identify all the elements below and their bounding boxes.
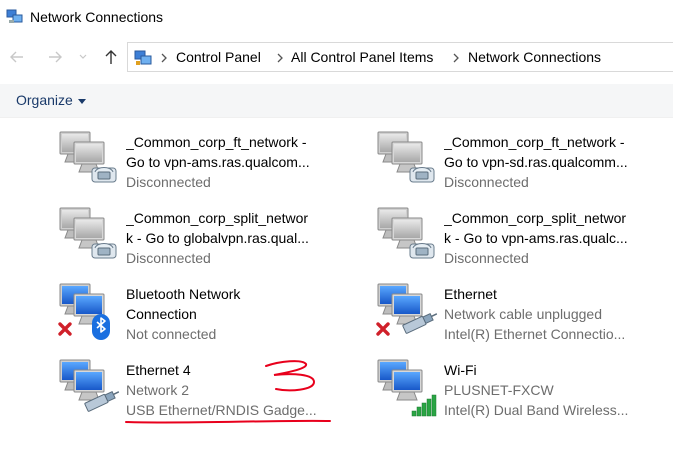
title-bar: Network Connections [0, 0, 673, 36]
connection-item[interactable]: _Common_corp_split_network - Go to vpn-a… [374, 204, 673, 276]
arrow-right-icon [49, 51, 62, 63]
connection-device: USB Ethernet/RNDIS Gadge... [126, 402, 317, 418]
connection-name-continued: k - Go to vpn-ams.ras.qualc... [444, 230, 628, 246]
connection-status: Network cable unplugged [444, 306, 602, 322]
connection-status: Disconnected [444, 250, 529, 266]
connection-name-continued: Go to vpn-ams.ras.qualcom... [126, 154, 310, 170]
connection-item[interactable]: Wi-Fi PLUSNET-FXCW Intel(R) Dual Band Wire… [374, 356, 673, 428]
connection-text: _Common_corp_split_network - Go to vpn-a… [444, 208, 673, 268]
connection-item[interactable]: _Common_corp_ft_network - Go to vpn-ams.r… [56, 128, 374, 200]
connection-name-continued: Connection [126, 306, 197, 322]
connection-item[interactable]: Ethernet Network cable unplugged Intel(R) … [374, 280, 673, 352]
connection-text: Bluetooth Network Connection Not connected [126, 284, 374, 344]
connection-name: Bluetooth Network [126, 286, 241, 302]
connection-text: Ethernet 4 Network 2 USB Ethernet/RNDIS Ga… [126, 360, 374, 420]
connection-text: Wi-Fi PLUSNET-FXCW Intel(R) Dual Band Wire… [444, 360, 673, 420]
network-connections-icon [6, 9, 23, 23]
up-button[interactable] [100, 46, 122, 68]
connection-item[interactable]: _Common_corp_ft_network - Go to vpn-sd.ra… [374, 128, 673, 200]
connection-name: Wi-Fi [444, 362, 477, 378]
window-title: Network Connections [30, 9, 164, 25]
connection-text: Ethernet Network cable unplugged Intel(R) … [444, 284, 673, 344]
connection-name: Ethernet 4 [126, 362, 191, 378]
chevron-down-icon [79, 54, 87, 59]
vpn-connection-icon [374, 204, 440, 268]
breadcrumb-network-connections[interactable]: Network Connections [468, 49, 601, 65]
connection-name-continued: Go to vpn-sd.ras.qualcomm... [444, 154, 628, 170]
connection-name: _Common_corp_split_networ [126, 210, 309, 226]
connection-status: Disconnected [126, 174, 211, 190]
connection-status: Disconnected [126, 250, 211, 266]
connection-device: Intel(R) Dual Band Wireless... [444, 402, 629, 418]
annotation-underline-mark [125, 419, 331, 424]
back-button[interactable] [6, 46, 28, 68]
vpn-connection-icon [56, 128, 122, 192]
caret-down-icon [77, 98, 86, 104]
arrow-left-icon [10, 51, 23, 63]
vpn-connection-icon [56, 204, 122, 268]
connection-name: _Common_corp_ft_network - [126, 134, 307, 150]
connection-text: _Common_corp_ft_network - Go to vpn-ams.r… [126, 132, 374, 192]
breadcrumb-separator-icon [161, 53, 167, 63]
connection-status: Disconnected [444, 174, 529, 190]
breadcrumb-separator-icon [453, 53, 459, 63]
connection-name: _Common_corp_ft_network - [444, 134, 625, 150]
forward-button[interactable] [44, 46, 66, 68]
ethernet-unplugged-icon [374, 280, 440, 344]
annotation-three-mark [265, 360, 316, 392]
vpn-connection-icon [374, 128, 440, 192]
connection-name-continued: k - Go to globalvpn.ras.qual... [126, 230, 309, 246]
breadcrumb-control-panel[interactable]: Control Panel [176, 49, 261, 65]
navigation-bar: Control Panel All Control Panel Items Ne… [0, 40, 673, 74]
connection-status: Network 2 [126, 382, 190, 398]
arrow-up-icon [105, 50, 117, 64]
connection-text: _Common_corp_ft_network - Go to vpn-sd.ra… [444, 132, 673, 192]
control-panel-icon [134, 50, 152, 65]
breadcrumb-separator-icon [277, 53, 283, 63]
ethernet-connected-icon [56, 356, 122, 420]
connection-text: _Common_corp_split_network - Go to globa… [126, 208, 374, 268]
address-bar[interactable]: Control Panel All Control Panel Items Ne… [127, 42, 673, 72]
connection-item[interactable]: Bluetooth Network Connection Not connected [56, 280, 374, 352]
organize-button[interactable]: Organize [16, 92, 86, 108]
connection-name: _Common_corp_split_networ [444, 210, 627, 226]
connection-status: Not connected [126, 326, 217, 342]
connection-status: PLUSNET-FXCW [444, 382, 554, 398]
recent-locations-button[interactable] [72, 46, 94, 68]
wifi-connection-icon [374, 356, 440, 420]
breadcrumb-all-items[interactable]: All Control Panel Items [291, 49, 433, 65]
connection-name: Ethernet [444, 286, 497, 302]
command-bar: Organize [0, 84, 673, 118]
connection-device: Intel(R) Ethernet Connectio... [444, 326, 626, 342]
bluetooth-connection-icon [56, 280, 122, 344]
connection-item[interactable]: _Common_corp_split_network - Go to globa… [56, 204, 374, 276]
